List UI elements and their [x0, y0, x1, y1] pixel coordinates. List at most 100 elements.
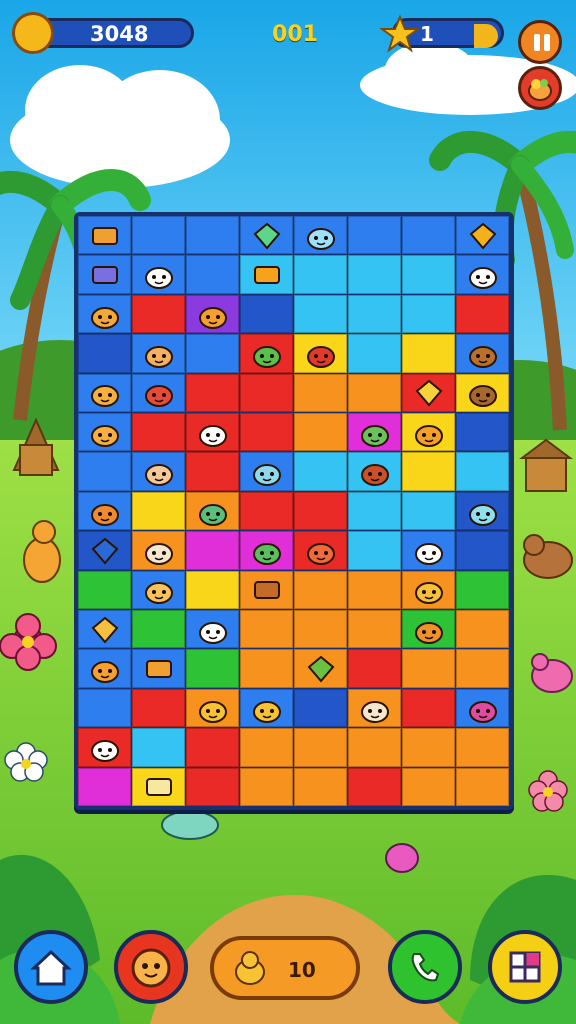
board-tile[interactable]: [456, 570, 509, 609]
board-tile[interactable]: [78, 767, 131, 806]
board-tile[interactable]: [402, 491, 455, 531]
board-tile[interactable]: [186, 570, 239, 609]
board-tile[interactable]: [294, 491, 347, 531]
creature-piece-icon[interactable]: [466, 497, 500, 527]
board-tile[interactable]: [186, 373, 239, 412]
board-tile[interactable]: [186, 767, 239, 806]
board-tile[interactable]: [78, 570, 131, 609]
board-tile[interactable]: [78, 334, 131, 373]
board-tile[interactable]: [132, 610, 185, 649]
creature-piece-icon[interactable]: [196, 300, 230, 330]
board-tile[interactable]: [456, 452, 509, 491]
board-tile[interactable]: [348, 216, 401, 255]
board-tile[interactable]: [402, 294, 455, 334]
gem-piece-icon[interactable]: [88, 536, 122, 566]
board-tile[interactable]: [186, 255, 239, 294]
board-tile[interactable]: [186, 649, 239, 688]
board-tile[interactable]: [348, 491, 401, 531]
creature-piece-icon[interactable]: [304, 536, 338, 566]
board-tile[interactable]: [402, 452, 455, 491]
creature-piece-icon[interactable]: [250, 339, 284, 369]
creature-piece-icon[interactable]: [142, 378, 176, 408]
board-tile[interactable]: [348, 728, 401, 767]
board-tile[interactable]: [240, 728, 293, 767]
board-tile[interactable]: [186, 334, 239, 373]
board-tile[interactable]: [456, 767, 509, 806]
board-tile[interactable]: [186, 216, 239, 255]
board-tile[interactable]: [240, 413, 293, 452]
bonus-button[interactable]: [518, 66, 562, 110]
board-tile[interactable]: [294, 728, 347, 767]
pause-button[interactable]: [518, 20, 562, 64]
board-tile[interactable]: [402, 255, 455, 294]
board-tile[interactable]: [294, 570, 347, 609]
gem-piece-icon[interactable]: [466, 221, 500, 251]
block-piece-icon[interactable]: [88, 260, 122, 290]
creature-piece-icon[interactable]: [88, 497, 122, 527]
board-tile[interactable]: [132, 491, 185, 531]
board-tile[interactable]: [348, 610, 401, 649]
board-tile[interactable]: [78, 688, 131, 728]
gem-piece-icon[interactable]: [412, 378, 446, 408]
board-tile[interactable]: [294, 413, 347, 452]
board-tile[interactable]: [348, 255, 401, 294]
board-tile[interactable]: [132, 294, 185, 334]
creature-piece-icon[interactable]: [88, 654, 122, 684]
block-piece-icon[interactable]: [88, 221, 122, 251]
call-button[interactable]: [388, 930, 462, 1004]
board-tile[interactable]: [132, 413, 185, 452]
board-tile[interactable]: [456, 294, 509, 334]
creature-piece-icon[interactable]: [358, 418, 392, 448]
board-tile[interactable]: [348, 570, 401, 609]
creature-piece-icon[interactable]: [196, 694, 230, 724]
character-button[interactable]: [114, 930, 188, 1004]
gem-piece-icon[interactable]: [304, 654, 338, 684]
board-tile[interactable]: [456, 610, 509, 649]
board-tile[interactable]: [456, 649, 509, 688]
creature-piece-icon[interactable]: [88, 300, 122, 330]
board-tile[interactable]: [348, 649, 401, 688]
board-tile[interactable]: [456, 413, 509, 452]
creature-piece-icon[interactable]: [142, 339, 176, 369]
board-tile[interactable]: [186, 531, 239, 570]
menu-grid-button[interactable]: [488, 930, 562, 1004]
board-tile[interactable]: [402, 216, 455, 255]
creature-piece-icon[interactable]: [412, 615, 446, 645]
board-tile[interactable]: [132, 688, 185, 728]
gem-piece-icon[interactable]: [88, 615, 122, 645]
board-tile[interactable]: [348, 373, 401, 412]
creature-piece-icon[interactable]: [250, 536, 284, 566]
board-tile[interactable]: [240, 610, 293, 649]
creature-piece-icon[interactable]: [196, 497, 230, 527]
board-tile[interactable]: [240, 491, 293, 531]
board-tile[interactable]: [456, 531, 509, 570]
board-tile[interactable]: [348, 334, 401, 373]
creature-piece-icon[interactable]: [88, 378, 122, 408]
creature-piece-icon[interactable]: [304, 221, 338, 251]
creature-piece-icon[interactable]: [412, 536, 446, 566]
board-tile[interactable]: [294, 610, 347, 649]
creature-piece-icon[interactable]: [196, 615, 230, 645]
block-piece-icon[interactable]: [250, 575, 284, 605]
creature-piece-icon[interactable]: [358, 457, 392, 487]
board-tile[interactable]: [132, 216, 185, 255]
board-tile[interactable]: [402, 728, 455, 767]
board-tile[interactable]: [132, 728, 185, 767]
board-tile[interactable]: [348, 767, 401, 806]
creature-piece-icon[interactable]: [142, 260, 176, 290]
block-piece-icon[interactable]: [250, 260, 284, 290]
creature-piece-icon[interactable]: [88, 418, 122, 448]
creature-piece-icon[interactable]: [304, 339, 338, 369]
board-tile[interactable]: [348, 294, 401, 334]
creature-piece-icon[interactable]: [250, 457, 284, 487]
board-tile[interactable]: [456, 728, 509, 767]
board-tile[interactable]: [240, 767, 293, 806]
block-piece-icon[interactable]: [142, 654, 176, 684]
creature-piece-icon[interactable]: [196, 418, 230, 448]
powerup-counter[interactable]: 10: [210, 936, 360, 1000]
board-tile[interactable]: [348, 531, 401, 570]
creature-piece-icon[interactable]: [142, 536, 176, 566]
creature-piece-icon[interactable]: [466, 260, 500, 290]
board-tile[interactable]: [294, 294, 347, 334]
board-tile[interactable]: [402, 334, 455, 373]
